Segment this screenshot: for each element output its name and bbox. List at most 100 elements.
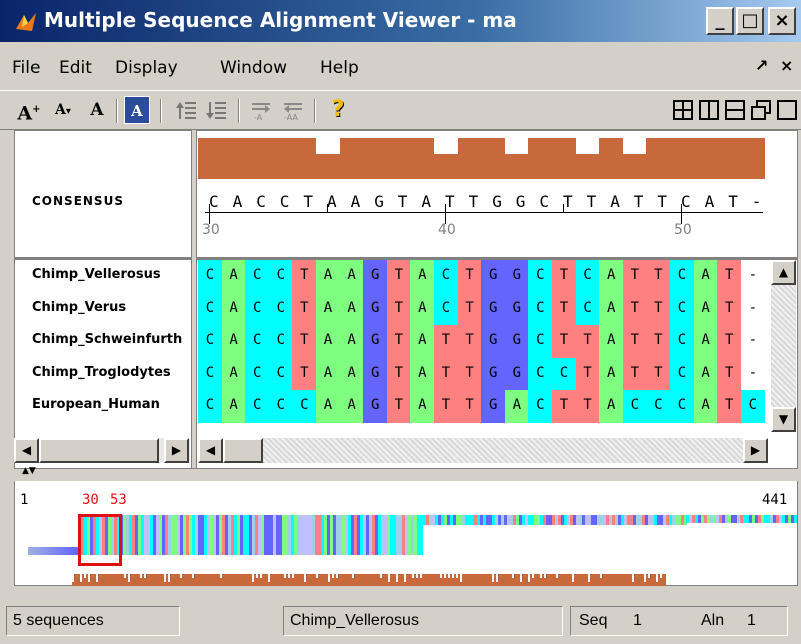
alignment-cell[interactable]: C: [292, 390, 317, 423]
alignment-cell[interactable]: C: [198, 260, 222, 293]
scroll-right-icon[interactable]: ▶: [164, 438, 189, 463]
alignment-cell[interactable]: G: [481, 260, 506, 293]
alignment-cell[interactable]: A: [599, 357, 624, 391]
alignment-cell[interactable]: T: [622, 260, 647, 293]
alignment-cell[interactable]: C: [198, 390, 222, 423]
alignment-cell[interactable]: T: [434, 325, 458, 358]
alignment-cell[interactable]: C: [670, 390, 694, 423]
alignment-cell[interactable]: C: [268, 390, 293, 423]
sequence-name[interactable]: Chimp_Vellerosus: [32, 267, 161, 282]
scroll-left-icon[interactable]: ◀: [14, 438, 39, 463]
alignment-cell[interactable]: T: [646, 357, 671, 391]
alignment-cell[interactable]: C: [434, 292, 458, 326]
alignment-hscrollbar[interactable]: ◀ ▶: [198, 438, 768, 463]
reset-font-button[interactable]: A: [84, 96, 110, 124]
alignment-cell[interactable]: T: [552, 260, 576, 293]
alignment-cell[interactable]: A: [410, 292, 435, 326]
alignment-cell[interactable]: G: [363, 357, 388, 391]
alignment-cell[interactable]: C: [245, 390, 270, 423]
alignment-cell[interactable]: T: [434, 390, 458, 423]
alignment-cell[interactable]: C: [575, 260, 600, 293]
alignment-cell[interactable]: A: [693, 260, 718, 293]
sequence-name[interactable]: Chimp_Troglodytes: [32, 365, 171, 380]
alignment-cell[interactable]: C: [268, 357, 293, 391]
alignment-cell[interactable]: A: [221, 292, 246, 326]
alignment-cell[interactable]: C: [646, 390, 671, 423]
alignment-cell[interactable]: C: [740, 390, 765, 423]
alignment-cell[interactable]: T: [717, 292, 742, 326]
menu-display[interactable]: Display: [115, 58, 178, 78]
alignment-hscroll-thumb[interactable]: [223, 438, 263, 463]
overview-splitter[interactable]: ▲▼: [14, 466, 798, 481]
alignment-cell[interactable]: C: [245, 325, 270, 358]
alignment-cell[interactable]: T: [386, 325, 411, 358]
alignment-cell[interactable]: C: [575, 292, 600, 326]
alignment-cell[interactable]: A: [339, 260, 364, 293]
alignment-cell[interactable]: G: [363, 260, 388, 293]
alignment-cell[interactable]: T: [717, 325, 742, 358]
alignment-cell[interactable]: T: [552, 325, 576, 358]
name-column-splitter[interactable]: [191, 130, 197, 481]
alignment-cell[interactable]: T: [717, 390, 742, 423]
alignment-cell[interactable]: T: [552, 390, 576, 423]
alignment-cell[interactable]: A: [410, 390, 435, 423]
alignment-cell[interactable]: -: [740, 325, 765, 358]
scroll-up-icon[interactable]: ▲: [771, 260, 796, 285]
alignment-cell[interactable]: A: [693, 325, 718, 358]
alignment-cell[interactable]: A: [410, 325, 435, 358]
menu-edit[interactable]: Edit: [59, 58, 92, 78]
alignment-cell[interactable]: T: [457, 260, 482, 293]
scroll-down-icon[interactable]: ▼: [771, 407, 796, 432]
move-up-icon[interactable]: [176, 99, 198, 121]
vertical-scrollbar[interactable]: ▲ ▼: [771, 260, 796, 432]
names-hscrollbar[interactable]: ◀ ▶: [14, 438, 190, 463]
undock-icon[interactable]: ↗: [755, 56, 768, 75]
alignment-cell[interactable]: G: [363, 292, 388, 326]
alignment-cell[interactable]: C: [670, 292, 694, 326]
alignment-cell[interactable]: T: [292, 357, 317, 391]
alignment-cell[interactable]: C: [528, 260, 553, 293]
alignment-cell[interactable]: T: [717, 260, 742, 293]
alignment-cell[interactable]: G: [481, 390, 506, 423]
alignment-cell[interactable]: C: [670, 357, 694, 391]
alignment-cell[interactable]: T: [457, 292, 482, 326]
maximize-pane-icon[interactable]: [776, 99, 798, 121]
menu-window[interactable]: Window: [220, 58, 287, 78]
close-button[interactable]: ×: [768, 7, 796, 35]
tile-grid-icon[interactable]: [672, 99, 694, 121]
alignment-cell[interactable]: G: [504, 292, 529, 326]
alignment-cell[interactable]: T: [292, 292, 317, 326]
alignment-cell[interactable]: A: [339, 292, 364, 326]
alignment-cell[interactable]: A: [693, 357, 718, 391]
tile-vertical-icon[interactable]: [698, 99, 720, 121]
increase-font-button[interactable]: A+: [16, 96, 42, 124]
alignment-cell[interactable]: T: [552, 292, 576, 326]
alignment-cell[interactable]: C: [552, 357, 576, 391]
alignment-cell[interactable]: G: [481, 357, 506, 391]
vertical-scroll-track[interactable]: [771, 285, 796, 407]
color-toggle-button[interactable]: A: [124, 96, 150, 124]
alignment-cell[interactable]: A: [316, 325, 340, 358]
alignment-cell[interactable]: T: [457, 325, 482, 358]
alignment-cell[interactable]: T: [292, 325, 317, 358]
alignment-cell[interactable]: C: [245, 357, 270, 391]
sequence-name[interactable]: European_Human: [32, 397, 160, 412]
alignment-cell[interactable]: G: [363, 390, 388, 423]
alignment-cell[interactable]: C: [198, 357, 222, 391]
alignment-cell[interactable]: A: [693, 390, 718, 423]
decrease-font-button[interactable]: A▾: [50, 96, 76, 124]
alignment-cell[interactable]: A: [316, 357, 340, 391]
shift-right-icon[interactable]: -A: [250, 99, 272, 121]
alignment-cell[interactable]: T: [575, 357, 600, 391]
alignment-cell[interactable]: C: [528, 325, 553, 358]
alignment-cell[interactable]: A: [316, 260, 340, 293]
alignment-cell[interactable]: C: [198, 325, 222, 358]
alignment-cell[interactable]: G: [481, 325, 506, 358]
alignment-cell[interactable]: A: [410, 357, 435, 391]
alignment-cell[interactable]: C: [528, 292, 553, 326]
alignment-cell[interactable]: T: [622, 325, 647, 358]
alignment-cell[interactable]: C: [268, 325, 293, 358]
alignment-cell[interactable]: T: [646, 292, 671, 326]
alignment-cell[interactable]: C: [528, 357, 553, 391]
alignment-cell[interactable]: A: [221, 357, 246, 391]
